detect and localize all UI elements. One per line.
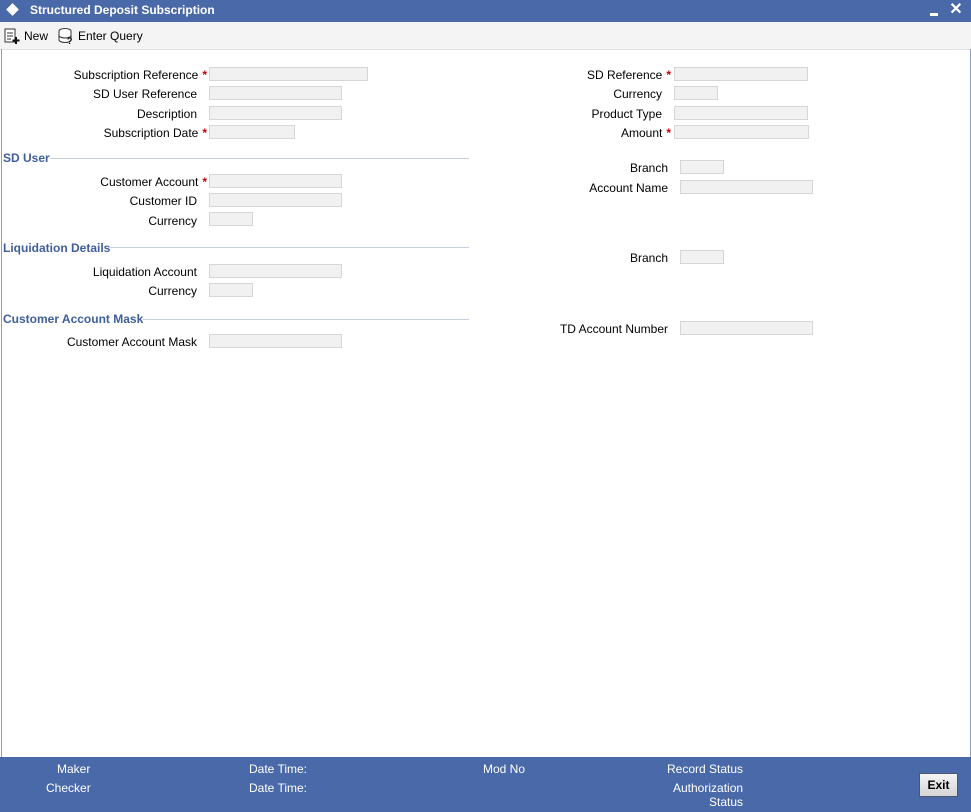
branch-input[interactable] <box>680 160 724 174</box>
account-name-input[interactable] <box>680 180 813 194</box>
customer-account-input[interactable] <box>209 174 342 188</box>
amount-label: Amount * <box>620 126 671 140</box>
branch-label: Branch <box>629 161 668 175</box>
enter-query-label: Enter Query <box>78 29 143 43</box>
section-divider <box>109 247 469 248</box>
authorization-status-label-2: Status <box>709 795 744 809</box>
liquidation-section-title: Liquidation Details <box>3 241 111 255</box>
subscription-date-label: Subscription Date * <box>103 126 207 140</box>
section-divider <box>50 158 469 159</box>
customer-account-label: Customer Account * <box>100 175 207 189</box>
customer-account-mask-input[interactable] <box>209 334 342 348</box>
sd-reference-input[interactable] <box>674 67 808 81</box>
window-title: Structured Deposit Subscription <box>30 3 215 17</box>
product-type-input[interactable] <box>674 106 808 120</box>
account-name-label: Account Name <box>589 181 668 195</box>
form-frame <box>1 49 971 757</box>
query-icon: ? <box>58 28 73 45</box>
currency-label: Currency <box>613 87 662 101</box>
svg-text:?: ? <box>67 36 73 45</box>
new-document-icon <box>4 28 20 44</box>
sd-user-reference-label: SD User Reference <box>92 87 197 101</box>
sd-user-currency-input[interactable] <box>209 212 253 226</box>
audit-footer: Maker Checker Date Time: Date Time: Mod … <box>0 757 971 812</box>
close-icon[interactable]: ✕ <box>948 1 964 19</box>
sd-user-currency-label: Currency <box>148 214 197 228</box>
liquidation-currency-input[interactable] <box>209 283 253 297</box>
maker-date-time-label: Date Time: <box>249 762 308 776</box>
subscription-reference-input[interactable] <box>209 67 368 81</box>
required-marker: * <box>666 126 671 140</box>
required-marker: * <box>666 68 671 82</box>
section-divider <box>143 319 469 320</box>
liquidation-account-input[interactable] <box>209 264 342 278</box>
new-button[interactable]: New <box>3 27 51 45</box>
required-marker: * <box>202 68 207 82</box>
minimize-icon[interactable] <box>926 1 942 19</box>
sd-user-reference-input[interactable] <box>209 86 342 100</box>
title-bar: Structured Deposit Subscription ✕ <box>0 0 971 22</box>
customer-account-mask-label: Customer Account Mask <box>66 335 197 349</box>
td-account-number-label: TD Account Number <box>559 322 668 336</box>
customer-id-input[interactable] <box>209 193 342 207</box>
required-marker: * <box>202 175 207 189</box>
required-marker: * <box>202 126 207 140</box>
maker-label: Maker <box>57 762 91 776</box>
enter-query-button[interactable]: ? Enter Query <box>57 27 147 45</box>
authorization-status-label: Authorization <box>673 781 744 795</box>
toolbar: New ? Enter Query <box>0 22 971 50</box>
checker-label: Checker <box>46 781 91 795</box>
new-label: New <box>24 29 49 43</box>
liquidation-branch-label: Branch <box>629 251 668 265</box>
td-account-number-input[interactable] <box>680 321 813 335</box>
liquidation-branch-input[interactable] <box>680 250 724 264</box>
subscription-reference-label: Subscription Reference * <box>73 68 207 82</box>
mask-section-title: Customer Account Mask <box>3 312 144 326</box>
record-status-label: Record Status <box>667 762 744 776</box>
sd-reference-label: SD Reference * <box>586 68 671 82</box>
checker-date-time-label: Date Time: <box>249 781 308 795</box>
description-label: Description <box>136 107 197 121</box>
app-diamond-icon <box>6 3 19 16</box>
product-type-label: Product Type <box>591 107 663 121</box>
sd-user-section-title: SD User <box>3 151 50 165</box>
liquidation-currency-label: Currency <box>148 284 197 298</box>
description-input[interactable] <box>209 106 342 120</box>
liquidation-account-label: Liquidation Account <box>92 265 197 279</box>
currency-input[interactable] <box>674 86 718 100</box>
amount-input[interactable] <box>674 125 809 139</box>
mod-no-label: Mod No <box>483 762 526 776</box>
subscription-date-input[interactable] <box>209 125 295 139</box>
exit-button[interactable]: Exit <box>919 773 958 797</box>
customer-id-label: Customer ID <box>129 194 197 208</box>
